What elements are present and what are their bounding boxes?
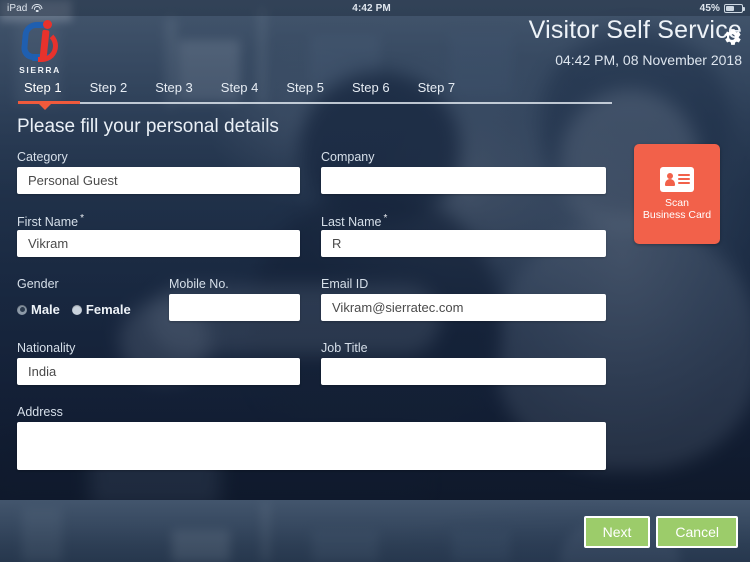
device-name-label: iPad [7,2,28,14]
last-name-input[interactable] [321,230,606,257]
email-id-input[interactable] [321,294,606,321]
job-title-input[interactable] [321,358,606,385]
scan-label-line2: Business Card [642,209,712,221]
visitor-self-service-app: iPad 4:42 PM 45% SIERRA Visitor Self Ser… [0,0,750,562]
wifi-icon [31,3,43,13]
id-card-icon [660,166,694,192]
category-label: Category [17,150,68,164]
category-input[interactable] [17,167,300,194]
header-datetime: 04:42 PM, 08 November 2018 [555,52,742,68]
last-name-label: Last Name * [321,213,387,229]
last-name-required-marker: * [383,213,388,224]
step-tab-7[interactable]: Step 7 [404,80,470,104]
page-title: Visitor Self Service [528,16,742,44]
last-name-label-text: Last Name [321,215,382,230]
step-tab-4[interactable]: Step 4 [207,80,273,104]
status-bar-clock: 4:42 PM [352,2,391,14]
cancel-button[interactable]: Cancel [656,516,738,548]
app-header: SIERRA Visitor Self Service 04:42 PM, 08… [0,16,750,78]
first-name-label-text: First Name [17,215,79,230]
company-input[interactable] [321,167,606,194]
step-tab-3[interactable]: Step 3 [141,80,207,104]
gender-option-male-label: Male [31,302,60,317]
scan-label-line1: Scan [665,196,689,209]
step-active-caret-icon [39,104,51,110]
address-textarea[interactable] [17,422,606,470]
nationality-label: Nationality [17,341,76,355]
next-button[interactable]: Next [583,516,651,548]
first-name-input[interactable] [17,230,300,257]
battery-icon [724,3,745,13]
gear-icon[interactable] [719,24,745,50]
radio-selected-icon [17,304,27,315]
first-name-label: First Name * [17,213,84,229]
gender-radio-group: Male Female [17,302,131,317]
step-navigation: Step 1 Step 2 Step 3 Step 4 Step 5 Step … [0,80,750,110]
company-label: Company [321,150,375,164]
nationality-input[interactable] [17,358,300,385]
step-tab-2[interactable]: Step 2 [76,80,142,104]
logo-wordmark: SIERRA [19,65,61,75]
scan-business-card-button[interactable]: Scan Business Card [634,144,720,244]
form-section-title: Please fill your personal details [17,116,279,137]
gender-option-male[interactable]: Male [17,302,60,317]
job-title-label: Job Title [321,341,368,355]
status-bar: iPad 4:42 PM 45% [0,0,750,16]
form-action-buttons: Next Cancel [583,516,738,548]
scan-business-card-label: Scan Business Card [643,197,711,222]
step-tab-5[interactable]: Step 5 [272,80,338,104]
sierra-logo: SIERRA [14,18,66,80]
gender-label: Gender [17,277,59,291]
mobile-no-label: Mobile No. [169,277,229,291]
gender-option-female[interactable]: Female [71,302,131,317]
step-tab-6[interactable]: Step 6 [338,80,404,104]
step-progress-track [18,102,612,104]
address-label: Address [17,405,63,419]
battery-percent-label: 45% [699,2,720,14]
step-list: Step 1 Step 2 Step 3 Step 4 Step 5 Step … [18,80,469,104]
email-id-label: Email ID [321,277,369,291]
mobile-no-input[interactable] [169,294,300,321]
gender-option-female-label: Female [85,302,131,317]
first-name-required-marker: * [80,213,85,224]
radio-unselected-icon [71,304,82,315]
